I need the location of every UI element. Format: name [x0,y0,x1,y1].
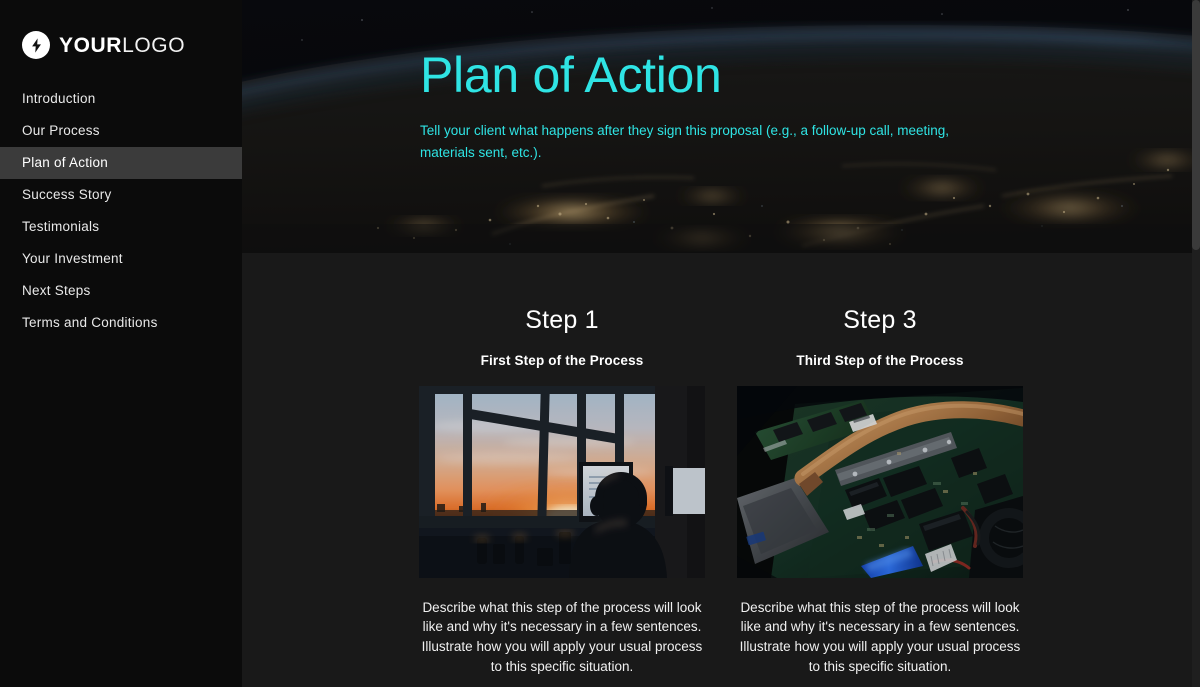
sidebar-item-our-process[interactable]: Our Process [0,115,242,147]
scrollbar-track[interactable] [1192,0,1200,687]
lightning-bolt-icon [22,31,50,59]
step-card-1: Step 1 First Step of the Process Describ… [419,308,705,687]
step-card-3: Step 3 Third Step of the Process Describ… [737,308,1023,687]
hero-banner: Plan of Action Tell your client what hap… [242,0,1200,253]
sidebar-nav: Introduction Our Process Plan of Action … [0,83,242,339]
sidebar-item-your-investment[interactable]: Your Investment [0,243,242,275]
scrollbar-thumb[interactable] [1192,0,1200,250]
step-1-title: Step 1 [525,306,599,334]
step-3-image [737,385,1023,578]
page-title: Plan of Action [420,47,722,103]
sidebar-item-testimonials[interactable]: Testimonials [0,211,242,243]
brand-text-strong: YOUR [59,33,123,57]
brand-logo[interactable]: YOURLOGO [0,0,242,62]
step-1-image [419,385,705,578]
sidebar-item-terms-and-conditions[interactable]: Terms and Conditions [0,307,242,339]
step-1-subtitle: First Step of the Process [480,353,644,368]
step-3-title: Step 3 [843,306,917,334]
step-1-body: Describe what this step of the process w… [421,599,703,675]
sidebar-item-plan-of-action[interactable]: Plan of Action [0,147,242,179]
slide-page: YOURLOGO Introduction Our Process Plan o… [0,0,1200,687]
sidebar: YOURLOGO Introduction Our Process Plan o… [0,0,242,687]
hero-copy: Plan of Action Tell your client what hap… [420,48,1020,164]
brand-text: YOURLOGO [59,35,185,56]
sidebar-item-success-story[interactable]: Success Story [0,179,242,211]
step-3-subtitle: Third Step of the Process [796,353,964,368]
sidebar-item-next-steps[interactable]: Next Steps [0,275,242,307]
steps-section: Step 1 First Step of the Process Describ… [242,253,1200,687]
brand-text-light: LOGO [122,33,186,57]
hero-subtitle: Tell your client what happens after they… [420,123,950,160]
sidebar-item-introduction[interactable]: Introduction [0,83,242,115]
step-3-body: Describe what this step of the process w… [739,599,1021,675]
main-content: Plan of Action Tell your client what hap… [242,0,1200,687]
